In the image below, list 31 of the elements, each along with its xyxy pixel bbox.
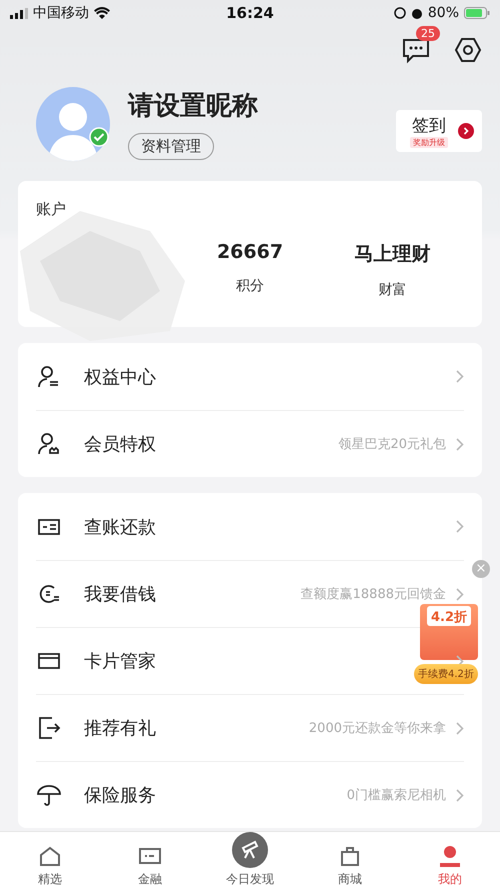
tab[interactable]: 金融 [100, 832, 200, 889]
menu-hint: 查额度赢18888元回馈金 [300, 586, 446, 603]
promo-ribbon: 手续费4.2折 [414, 664, 478, 684]
carrier-name: 中国移动 [33, 4, 89, 22]
tab[interactable]: 今日发现 [200, 832, 300, 889]
message-badge: 25 [416, 26, 440, 41]
tab[interactable]: 商城 [300, 832, 400, 889]
account-title: 账户 [36, 200, 66, 218]
menu-label[interactable]: 会员特权 [84, 432, 156, 456]
nickname[interactable]: 请设置昵称 [128, 88, 396, 122]
stat-label: 财富 [378, 281, 407, 299]
menu-label[interactable]: 推荐有礼 [84, 716, 156, 740]
stat-value[interactable]: 26667 [216, 241, 284, 263]
menu-label[interactable]: 查账还款 [84, 514, 156, 538]
envelope-drawing[interactable]: 4.2折 [420, 604, 478, 660]
stat-label: 积分 [236, 277, 264, 295]
menu-label[interactable]: 卡片管家 [84, 649, 156, 673]
tab[interactable]: 我的 [400, 832, 500, 889]
menu-label[interactable]: 保险服务 [84, 783, 156, 807]
discount-label: 4.2折 [426, 606, 472, 626]
menu-label[interactable]: 我要借钱 [84, 582, 156, 606]
tab[interactable]: 精选 [0, 832, 100, 889]
checkin-button[interactable]: 签到 奖励升级 [396, 110, 482, 152]
profile-button[interactable]: 资料管理 [128, 132, 214, 160]
menu-hint: 2000元还款金等你来拿 [308, 720, 446, 737]
menu-hint: 领星巴克20元礼包 [338, 436, 446, 453]
stat-value[interactable]: 马上理财 [354, 241, 431, 267]
status-time: 16:24 [226, 4, 274, 22]
menu-hint: 0门槛赢索尼相机 [346, 787, 446, 804]
battery-percent: 80% [428, 5, 459, 21]
menu-label[interactable]: 权益中心 [84, 364, 156, 388]
